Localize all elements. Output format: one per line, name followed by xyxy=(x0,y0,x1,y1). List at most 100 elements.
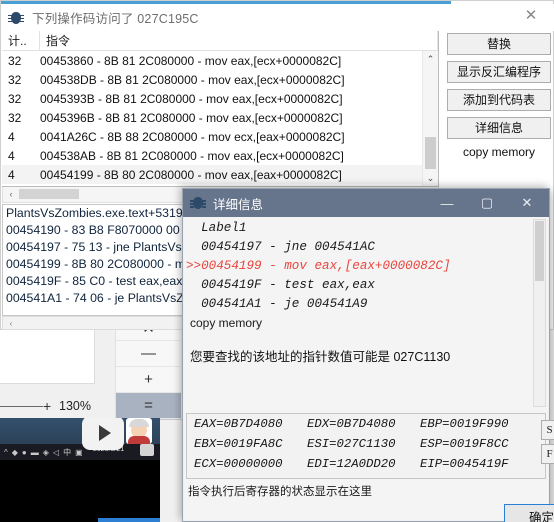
scrollbar-thumb-horizontal[interactable] xyxy=(19,189,79,199)
zoom-slider-track[interactable] xyxy=(0,406,43,407)
avatar xyxy=(126,418,152,444)
tool-equals-icon[interactable]: = xyxy=(116,393,181,419)
tray-volume-icon[interactable]: ◁ xyxy=(53,448,59,457)
scrollbar-thumb[interactable] xyxy=(535,221,544,281)
zoom-in-icon[interactable]: + xyxy=(43,398,51,414)
play-button-overlay[interactable] xyxy=(82,418,124,450)
add-to-codelist-button[interactable]: 添加到代码表 xyxy=(447,89,551,111)
table-row[interactable]: 4 00454199 - 8B 80 2C080000 - mov eax,[e… xyxy=(2,165,438,184)
cell-count: 32 xyxy=(8,72,22,87)
code-line-highlighted: >>00454199 - mov eax,[eax+0000082C] xyxy=(186,259,451,273)
register-edx: EDX=0B7D4080 xyxy=(307,417,396,431)
cell-instruction: 00454199 - 8B 80 2C080000 - mov eax,[eax… xyxy=(40,167,342,182)
main-titlebar: 下列操作码访问了 027C195C xyxy=(1,4,554,31)
close-icon[interactable]: ✕ xyxy=(507,189,547,217)
tray-message-icon[interactable] xyxy=(140,444,154,456)
tool-minus-icon[interactable]: — xyxy=(116,341,181,367)
more-information-button[interactable]: 详细信息 xyxy=(447,117,551,139)
pointer-value-message: 您要查找的该地址的指针数值可能是 027C1130 xyxy=(190,350,451,364)
cell-instruction: 0045393B - 8B 81 2C080000 - mov eax,[ecx… xyxy=(40,91,343,106)
background-media-window: + 130% ✕ — + = xyxy=(0,315,184,420)
dialog-body: Label1 00454197 - jne 004541AC >>0045419… xyxy=(184,217,554,522)
table-row[interactable]: 32 004538DB - 8B 81 2C080000 - mov eax,[… xyxy=(2,70,438,89)
tray-ime-icon[interactable]: 中 xyxy=(63,447,71,458)
table-row[interactable]: 32 00453860 - 8B 81 2C080000 - mov eax,[… xyxy=(2,51,438,70)
cell-count: 32 xyxy=(8,91,22,106)
tray-battery-icon[interactable]: ▬ xyxy=(31,448,39,457)
register-eax: EAX=0B7D4080 xyxy=(194,417,283,431)
register-esi: ESI=027C1130 xyxy=(307,437,396,451)
tool-plus-icon[interactable]: + xyxy=(116,367,181,393)
tray-shield-icon[interactable]: ◆ xyxy=(12,448,18,457)
cell-count: 4 xyxy=(8,129,15,144)
table-row[interactable]: 32 0045396B - 8B 81 2C080000 - mov eax,[… xyxy=(2,108,438,127)
replace-button[interactable]: 替换 xyxy=(447,33,551,55)
cell-count: 32 xyxy=(8,110,22,125)
column-header-count[interactable]: 计.. xyxy=(2,31,40,50)
opcode-list: 计.. 指令 32 00453860 - 8B 81 2C080000 - mo… xyxy=(2,31,439,187)
dialog-code-listing[interactable]: Label1 00454197 - jne 004541AC >>0045419… xyxy=(186,219,532,407)
bug-icon xyxy=(8,10,24,26)
scrollbar-thumb[interactable] xyxy=(425,137,436,169)
tray-network-icon[interactable]: ◈ xyxy=(43,448,49,457)
scroll-up-icon[interactable]: ⌃ xyxy=(423,51,438,67)
taskbar-tray: ^ ◆ ● ▬ ◈ ◁ 中 ▣ xyxy=(0,444,160,460)
desktop-blue-strip xyxy=(98,518,160,522)
register-ecx: ECX=00000000 xyxy=(194,457,283,471)
cell-instruction: 0041A26C - 8B 88 2C080000 - mov ecx,[eax… xyxy=(40,129,345,144)
zoom-control[interactable]: + 130% xyxy=(0,396,109,416)
close-icon[interactable]: ✕ xyxy=(509,1,553,28)
ok-button[interactable]: 确定 xyxy=(504,504,554,522)
scroll-left-icon[interactable]: ‹ xyxy=(3,187,19,201)
bug-icon xyxy=(190,195,206,211)
maximize-icon[interactable]: ▢ xyxy=(467,189,507,217)
table-row[interactable]: 4 004538AB - 8B 81 2C080000 - mov eax,[e… xyxy=(2,146,438,165)
register-ebp: EBP=0019F990 xyxy=(420,417,509,431)
list-header: 计.. 指令 xyxy=(2,31,438,51)
register-ebx: EBX=0019FA8C xyxy=(194,437,283,451)
action-button-column: 替换 显示反汇编程序 添加到代码表 详细信息 copy memory xyxy=(447,33,551,159)
scroll-left-icon[interactable]: ‹ xyxy=(4,317,18,329)
register-edi: EDI=12A0DD20 xyxy=(307,457,396,471)
background-tool-column: ✕ — + = xyxy=(115,315,181,419)
column-header-instruction[interactable]: 指令 xyxy=(40,31,438,50)
dialog-title: 详细信息 xyxy=(213,197,264,212)
register-row: EBX=0019FA8C ESI=027C1130 ESP=0019F8CC xyxy=(187,434,545,454)
cell-instruction: 004538AB - 8B 81 2C080000 - mov eax,[ecx… xyxy=(40,148,344,163)
tray-app-icon[interactable]: ▣ xyxy=(75,448,83,457)
cell-count: 4 xyxy=(8,148,15,163)
register-row: EAX=0B7D4080 EDX=0B7D4080 EBP=0019F990 xyxy=(187,414,545,434)
register-esp: ESP=0019F8CC xyxy=(420,437,509,451)
tray-bell-icon[interactable]: ● xyxy=(22,448,27,457)
avatar-hair xyxy=(129,419,149,427)
dialog-titlebar: 详细信息 — ▢ ✕ xyxy=(183,189,549,217)
cell-count: 4 xyxy=(8,167,15,182)
zoom-percent-label: 130% xyxy=(59,399,91,413)
table-row[interactable]: 32 0045393B - 8B 81 2C080000 - mov eax,[… xyxy=(2,89,438,108)
cell-instruction: 0045396B - 8B 81 2C080000 - mov eax,[ecx… xyxy=(40,110,343,125)
detail-information-dialog: 详细信息 — ▢ ✕ Label1 00454197 - jne 004541A… xyxy=(182,188,554,522)
register-panel: EAX=0B7D4080 EDX=0B7D4080 EBP=0019F990 E… xyxy=(186,413,554,479)
tray-overflow-icon[interactable]: ^ xyxy=(4,448,8,457)
media-canvas xyxy=(0,322,95,384)
play-icon xyxy=(99,425,111,441)
table-row[interactable]: 4 0041A26C - 8B 88 2C080000 - mov ecx,[e… xyxy=(2,127,438,146)
cell-instruction: 004538DB - 8B 81 2C080000 - mov eax,[ecx… xyxy=(40,72,345,87)
code-line: 0045419F - test eax,eax xyxy=(186,278,375,292)
minimize-icon[interactable]: — xyxy=(427,189,467,217)
show-disassembler-button[interactable]: 显示反汇编程序 xyxy=(447,61,551,83)
scroll-down-icon[interactable]: ⌄ xyxy=(423,170,438,186)
dialog-vertical-scrollbar[interactable] xyxy=(533,219,546,407)
cell-instruction: 00453860 - 8B 81 2C080000 - mov eax,[ecx… xyxy=(40,53,342,68)
register-eip: EIP=0045419F xyxy=(420,457,509,471)
register-side-buttons: S F xyxy=(541,420,554,468)
page-title: 下列操作码访问了 027C195C xyxy=(32,12,199,26)
register-row: ECX=00000000 EDI=12A0DD20 EIP=0045419F xyxy=(187,454,545,474)
background-desktop: ^ ◆ ● ▬ ◈ ◁ 中 ▣ 17:35 2020/8/21 xyxy=(0,418,160,522)
screenshot-root: + 130% ✕ — + = ^ ◆ ● ▬ ◈ ◁ 中 ▣ 17:35 202… xyxy=(0,0,554,522)
list-vertical-scrollbar[interactable]: ⌃ ⌄ xyxy=(422,51,438,186)
stack-button[interactable]: S xyxy=(541,420,554,440)
flags-button[interactable]: F xyxy=(541,444,554,464)
copy-memory-label: copy memory xyxy=(190,316,263,330)
code-line: Label1 xyxy=(186,221,247,235)
